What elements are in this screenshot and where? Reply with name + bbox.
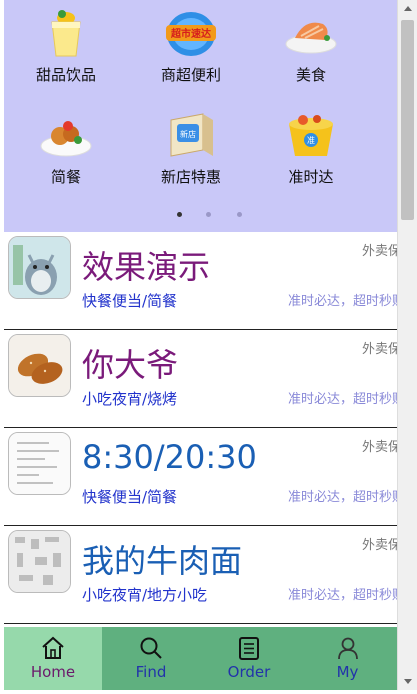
shop-promo: 准时必达，超时秒赔 [288, 490, 397, 505]
category-label: 美食 [295, 66, 326, 84]
shop-category: 快餐便当/简餐 [82, 292, 178, 310]
on-time-badge-text: 准 [307, 135, 315, 145]
category-on-time[interactable]: 准 准时达 [251, 110, 371, 187]
shop-row[interactable]: 我的牛肉面 小吃夜宵/地方小吃 外卖保 准时必达，超时秒赔 [4, 526, 397, 624]
app-viewport: 甜品饮品 超市速达 商超便利 美食 简餐 新店 新店特惠 准 准时达 效果演示 … [4, 0, 397, 690]
tab-order[interactable]: Order [200, 627, 298, 690]
bottom-tab-bar: Home Find Order My [4, 627, 397, 690]
bread-image-icon [9, 335, 70, 396]
shop-tag: 外卖保 [362, 440, 397, 455]
shop-name: 效果演示 [82, 248, 211, 286]
carousel-dot[interactable] [177, 212, 182, 217]
category-label: 商超便利 [160, 66, 221, 84]
shop-category: 小吃夜宵/烧烤 [82, 390, 178, 408]
user-icon [335, 635, 361, 661]
tab-label: Find [135, 663, 167, 681]
tab-find[interactable]: Find [102, 627, 200, 690]
shop-thumbnail [8, 530, 71, 593]
category-label: 甜品饮品 [35, 66, 96, 84]
shop-promo: 准时必达，超时秒赔 [288, 392, 397, 407]
simple-meal-icon [38, 110, 94, 162]
tab-label: Order [227, 663, 271, 681]
map-image-icon [9, 531, 70, 592]
shop-tag: 外卖保 [362, 342, 397, 357]
shop-tag: 外卖保 [362, 538, 397, 553]
shop-name: 8:30/20:30 [82, 438, 257, 476]
shop-category: 快餐便当/简餐 [82, 488, 178, 506]
vertical-scrollbar[interactable] [397, 0, 417, 690]
shop-row[interactable]: 效果演示 快餐便当/简餐 外卖保 准时必达，超时秒赔 [4, 232, 397, 330]
category-supermarket[interactable]: 超市速达 商超便利 [131, 8, 251, 85]
shop-category: 小吃夜宵/地方小吃 [82, 586, 208, 604]
shop-promo: 准时必达，超时秒赔 [288, 294, 397, 309]
scroll-up-arrow-icon[interactable] [398, 0, 417, 18]
on-time-icon: 准 [283, 110, 339, 162]
carousel-dot[interactable] [237, 212, 242, 217]
shop-name: 我的牛肉面 [82, 542, 243, 580]
shop-tag: 外卖保 [362, 244, 397, 259]
totoro-image-icon [9, 237, 70, 298]
shop-thumbnail [8, 432, 71, 495]
carousel-pager [4, 212, 397, 222]
supermarket-icon: 超市速达 [163, 8, 219, 60]
category-simple-meal[interactable]: 简餐 [6, 110, 126, 187]
category-label: 准时达 [288, 168, 334, 186]
shop-list: 效果演示 快餐便当/简餐 外卖保 准时必达，超时秒赔 你大爷 小吃夜宵/烧烤 外… [4, 232, 397, 624]
new-store-badge-text: 新店 [180, 129, 196, 139]
category-carousel[interactable]: 甜品饮品 超市速达 商超便利 美食 简餐 新店 新店特惠 准 准时达 [4, 0, 397, 232]
shop-row[interactable]: 8:30/20:30 快餐便当/简餐 外卖保 准时必达，超时秒赔 [4, 428, 397, 526]
shop-row[interactable]: 你大爷 小吃夜宵/烧烤 外卖保 准时必达，超时秒赔 [4, 330, 397, 428]
search-icon [138, 635, 164, 661]
scroll-down-arrow-icon[interactable] [398, 672, 417, 690]
dessert-drink-icon [38, 8, 94, 60]
document-image-icon [9, 433, 70, 494]
shop-name: 你大爷 [82, 346, 179, 384]
food-icon [283, 8, 339, 60]
category-label: 简餐 [50, 168, 81, 186]
carousel-dot[interactable] [206, 212, 211, 217]
scrollbar-thumb[interactable] [401, 20, 414, 220]
shop-thumbnail [8, 236, 71, 299]
category-food[interactable]: 美食 [251, 8, 371, 85]
new-store-icon: 新店 [163, 110, 219, 162]
order-list-icon [236, 635, 262, 661]
category-label: 新店特惠 [160, 168, 221, 186]
tab-my[interactable]: My [298, 627, 397, 690]
tab-label: My [336, 663, 359, 681]
tab-home[interactable]: Home [4, 627, 102, 690]
home-icon [40, 635, 66, 661]
shop-thumbnail [8, 334, 71, 397]
tab-label: Home [30, 663, 76, 681]
supermarket-badge-text: 超市速达 [170, 27, 211, 40]
category-new-store[interactable]: 新店 新店特惠 [131, 110, 251, 187]
category-dessert-drink[interactable]: 甜品饮品 [6, 8, 126, 85]
shop-promo: 准时必达，超时秒赔 [288, 588, 397, 603]
